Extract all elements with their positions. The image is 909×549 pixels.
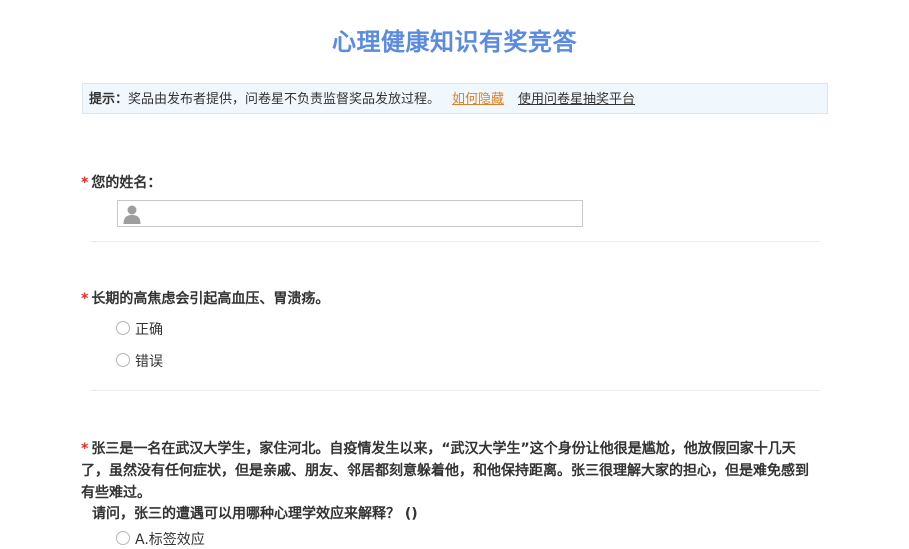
question-text: 张三是一名在武汉大学生，家住河北。自疫情发生以来，“武汉大学生”这个身份让他很是…	[81, 441, 809, 501]
name-field[interactable]	[117, 200, 583, 228]
required-mark: *	[81, 441, 89, 457]
question-anxiety: * 长期的高焦虑会引起高血压、胃溃疡。	[81, 288, 329, 308]
question-divider	[91, 390, 820, 391]
radio-circle-icon[interactable]	[116, 321, 130, 335]
option-true[interactable]: 正确	[116, 321, 163, 339]
radio-circle-icon[interactable]	[116, 531, 130, 545]
how-to-hide-link[interactable]: 如何隐藏	[452, 92, 504, 107]
required-mark: *	[81, 175, 89, 191]
person-icon	[123, 205, 141, 224]
notice-text: 奖品由发布者提供，问卷星不负责监督奖品发放过程。	[128, 92, 441, 107]
option-false[interactable]: 错误	[116, 353, 163, 371]
survey-title: 心理健康知识有奖竞答	[332, 28, 577, 56]
question-label: 长期的高焦虑会引起高血压、胃溃疡。	[91, 291, 330, 307]
notice-label: 提示：	[89, 92, 129, 107]
question-divider	[91, 241, 820, 242]
option-label: 正确	[135, 322, 163, 338]
radio-circle-icon[interactable]	[116, 353, 130, 367]
question-zhangsan: * 张三是一名在武汉大学生，家住河北。自疫情发生以来，“武汉大学生”这个身份让他很…	[81, 438, 821, 525]
option-label: A.标签效应	[135, 532, 205, 548]
option-a[interactable]: A.标签效应	[116, 531, 205, 549]
question-name: * 您的姓名：	[81, 172, 161, 192]
option-label: 错误	[135, 354, 163, 370]
lottery-platform-link[interactable]: 使用问卷星抽奖平台	[518, 92, 635, 107]
question-prompt: 请问，张三的遭遇可以用哪种心理学效应来解释？ ()	[92, 506, 418, 522]
required-mark: *	[81, 291, 89, 307]
prize-notice: 提示：奖品由发布者提供，问卷星不负责监督奖品发放过程。 如何隐藏 使用问卷星抽奖平台	[82, 83, 828, 114]
question-label: 您的姓名：	[91, 175, 162, 191]
name-input[interactable]	[148, 201, 582, 228]
